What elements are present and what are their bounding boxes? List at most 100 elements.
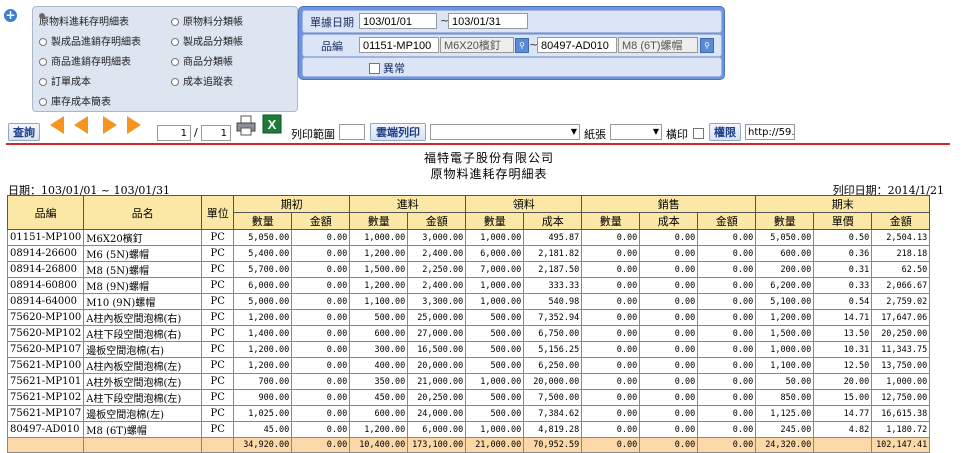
- cell-close-price: 0.54: [813, 293, 873, 310]
- radio-icon[interactable]: [39, 38, 47, 46]
- cell-use-cost: 2,181.82: [523, 245, 583, 262]
- last-page-icon[interactable]: [127, 116, 141, 134]
- group-opening: 期初: [233, 195, 351, 213]
- cell-use-cost: 2,187.50: [523, 261, 583, 278]
- group-usage: 領料: [465, 195, 583, 213]
- report-type-option[interactable]: 製成品分類帳: [171, 33, 243, 48]
- radio-icon[interactable]: [171, 78, 179, 86]
- cell-close-qty: 6,200.00: [755, 277, 815, 294]
- cell-use-cost: 7,352.94: [523, 309, 583, 326]
- cell-open-qty: 5,700.00: [233, 261, 293, 278]
- cell-name: A柱下段空間泡棉(左): [83, 389, 203, 406]
- radio-icon[interactable]: [39, 58, 47, 66]
- table-row: 75620-MP107 邊板空間泡棉(右) PC 1,200.00 0.00 300.00…: [6, 341, 931, 358]
- cell-sale-cost: 0.00: [639, 245, 699, 262]
- toolbar: 查詢 1 / 1 X 列印範圍 雲端列印 ▼ 紙張 ▼ 橫印 權限 http:/…: [0, 114, 978, 144]
- cell-close-qty: 245.00: [755, 421, 815, 438]
- table-row: 08914-26600 M6 (5N)螺帽 PC 5,400.00 0.00 1,200.…: [6, 245, 931, 262]
- cell-in-amount: 25,000.00: [407, 309, 467, 326]
- radio-icon[interactable]: [39, 78, 47, 86]
- col-amount: 金額: [697, 212, 757, 230]
- filter-panel: 單據日期 103/01/01 ~ 103/01/31 品編 01151-MP10…: [298, 6, 725, 80]
- cell-open-amount: 0.00: [291, 325, 351, 342]
- report-type-option[interactable]: 原物料進耗存明細表: [39, 13, 129, 28]
- col-cost: 成本: [523, 212, 583, 230]
- cell-close-qty: 1,200.00: [755, 309, 815, 326]
- prev-page-icon[interactable]: [74, 116, 88, 134]
- col-amount: 金額: [291, 212, 351, 230]
- report-type-option[interactable]: 商品進銷存明細表: [39, 53, 131, 68]
- cell-sale-qty: 0.00: [581, 325, 641, 342]
- abnormal-checkbox[interactable]: [369, 61, 380, 74]
- cell-name: 邊板空間泡棉(右): [83, 341, 203, 358]
- radio-icon[interactable]: [39, 98, 47, 106]
- cell-code: 75620-MP102: [6, 325, 85, 342]
- print-range-input[interactable]: [339, 124, 365, 140]
- item-from-name: M6X20檳釘: [440, 37, 514, 53]
- search-icon[interactable]: ⚲: [700, 38, 714, 53]
- cell-open-amount: 0.00: [291, 293, 351, 310]
- radio-icon[interactable]: [171, 18, 179, 26]
- cell-open-amount: 0.00: [291, 389, 351, 406]
- cell-use-qty: 500.00: [465, 309, 525, 326]
- cell-close-amount: 218.18: [871, 245, 931, 262]
- add-icon[interactable]: +: [4, 9, 17, 22]
- cell-open-amount: 0.00: [291, 405, 351, 422]
- cell-sale-amount: 0.00: [697, 293, 757, 310]
- report-type-option[interactable]: 商品分類帳: [171, 53, 233, 68]
- report-type-option[interactable]: 訂單成本: [39, 73, 91, 88]
- report-type-option[interactable]: 原物料分類帳: [171, 13, 243, 28]
- table-row: 75620-MP100 A柱內板空間泡棉(右) PC 1,200.00 0.00 500.…: [6, 309, 931, 326]
- cell-unit: PC: [201, 405, 235, 422]
- cell-close-amount: 11,343.75: [871, 341, 931, 358]
- item-from-code-input[interactable]: 01151-MP100: [359, 37, 439, 53]
- first-page-icon[interactable]: [50, 116, 64, 134]
- radio-icon[interactable]: [171, 38, 179, 46]
- cell-use-qty: 1,000.00: [465, 277, 525, 294]
- header-row-groups: 品編 品名 單位 期初 進料 領料 銷售 期末: [6, 195, 931, 230]
- cell-unit: PC: [201, 357, 235, 374]
- cell-use-cost: 495.87: [523, 229, 583, 246]
- report-type-option[interactable]: 製成品進銷存明細表: [39, 33, 141, 48]
- permission-button[interactable]: 權限: [709, 123, 741, 141]
- cell-in-qty: 600.00: [349, 405, 409, 422]
- url-input[interactable]: http://59.125: [745, 124, 795, 140]
- printer-select[interactable]: ▼: [430, 124, 580, 140]
- table-row: 75621-MP107 邊板空間泡棉(左) PC 1,025.00 0.00 600.00…: [6, 405, 931, 422]
- cell-close-qty: 50.00: [755, 373, 815, 390]
- page-current-input[interactable]: 1: [157, 125, 191, 141]
- cell-name: A柱內板空間泡棉(右): [83, 309, 203, 326]
- landscape-checkbox[interactable]: [693, 126, 704, 139]
- item-to-code-input[interactable]: 80497-AD010: [537, 37, 617, 53]
- excel-icon[interactable]: X: [262, 114, 282, 134]
- date-from-input[interactable]: 103/01/01: [359, 13, 437, 29]
- cell-sale-cost: 0.00: [639, 357, 699, 374]
- cell-name: A柱內板空間泡棉(左): [83, 357, 203, 374]
- cell-sale-qty: 0.00: [581, 341, 641, 358]
- radio-icon[interactable]: [39, 13, 45, 19]
- cell-open-amount: 0.00: [291, 309, 351, 326]
- cell-sale-qty: 0.00: [581, 293, 641, 310]
- col-price: 單價: [813, 212, 873, 230]
- cell-name: A柱外板空間泡棉(左): [83, 373, 203, 390]
- next-page-icon[interactable]: [103, 116, 117, 134]
- printer-icon[interactable]: [235, 115, 257, 137]
- cell-sale-cost: 0.00: [639, 421, 699, 438]
- cell-in-amount: 3,300.00: [407, 293, 467, 310]
- cell-code: 75620-MP100: [6, 309, 85, 326]
- total-cell-sale-cost: 0.00: [639, 437, 699, 453]
- cell-code: 08914-26800: [6, 261, 85, 278]
- col-name: 品名: [83, 195, 203, 230]
- paper-select[interactable]: ▼: [610, 124, 662, 140]
- cell-use-cost: 7,500.00: [523, 389, 583, 406]
- cloud-print-button[interactable]: 雲端列印: [370, 123, 426, 141]
- report-type-option[interactable]: 庫存成本簡表: [39, 93, 111, 108]
- cell-unit: PC: [201, 229, 235, 246]
- cell-unit: PC: [201, 325, 235, 342]
- radio-icon[interactable]: [171, 58, 179, 66]
- query-button[interactable]: 查詢: [8, 123, 40, 141]
- date-to-input[interactable]: 103/01/31: [448, 13, 528, 29]
- table-row: 75621-MP100 A柱內板空間泡棉(左) PC 1,200.00 0.00 400.…: [6, 357, 931, 374]
- search-icon[interactable]: ⚲: [515, 38, 529, 53]
- report-type-option[interactable]: 成本追蹤表: [171, 73, 233, 88]
